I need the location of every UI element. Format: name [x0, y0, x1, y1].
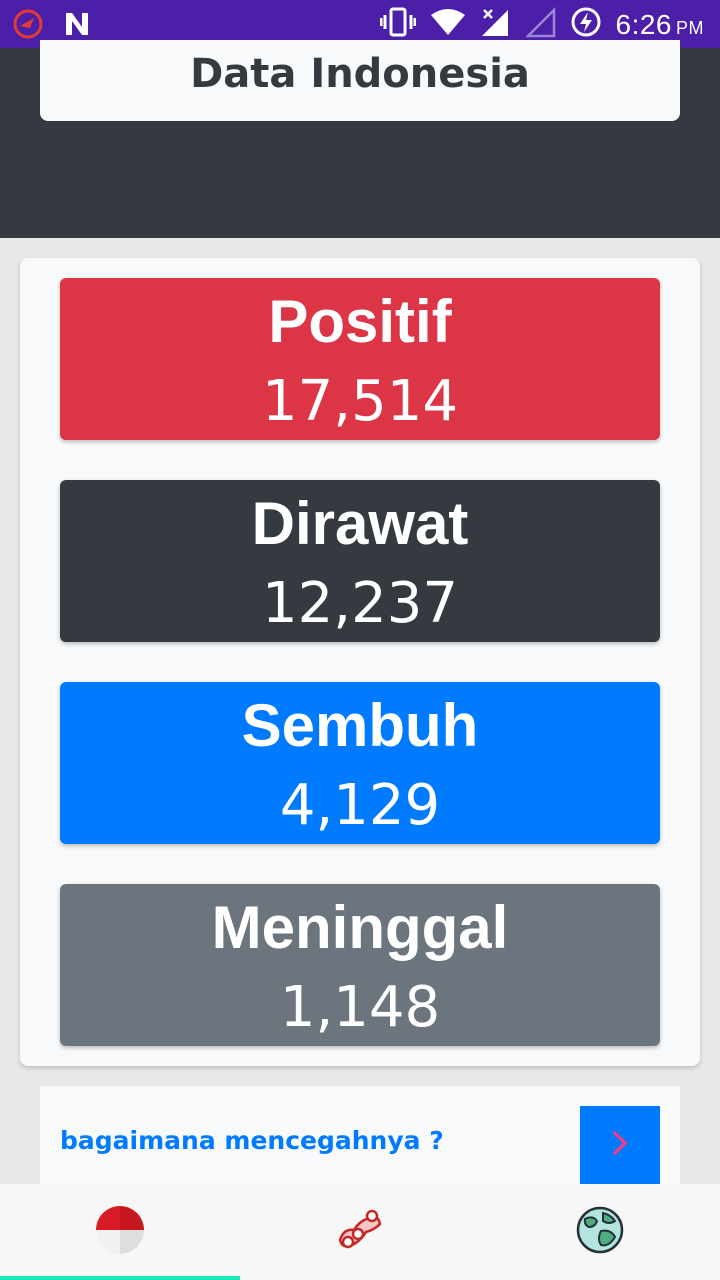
vibrate-icon — [379, 7, 416, 42]
status-time: 6:26 PM — [615, 8, 704, 40]
nav-active-indicator — [0, 1276, 240, 1280]
stat-value: 1,148 — [279, 975, 441, 1040]
stat-label: Positif — [268, 288, 452, 355]
title-card: Data Indonesia — [40, 40, 680, 121]
wifi-icon — [430, 7, 466, 42]
page-title: Data Indonesia — [190, 51, 530, 97]
bottom-navigation — [0, 1184, 720, 1280]
stat-label: Meninggal — [211, 894, 509, 961]
signal-icon — [480, 6, 512, 43]
header-background: Data Indonesia — [0, 40, 720, 238]
stat-value: 12,237 — [262, 571, 458, 636]
nav-tab-global[interactable] — [480, 1184, 720, 1280]
provinces-map-icon — [334, 1204, 386, 1261]
stat-value: 4,129 — [279, 773, 441, 838]
globe-icon — [575, 1205, 625, 1260]
stat-meninggal: Meninggal 1,148 — [60, 884, 660, 1046]
stats-card: Positif 17,514 Dirawat 12,237 Sembuh 4,1… — [20, 258, 700, 1066]
stat-value: 17,514 — [262, 369, 458, 434]
prevention-link[interactable]: bagaimana mencegahnya ? — [60, 1126, 444, 1155]
indonesia-flag-icon — [95, 1205, 145, 1260]
stat-label: Dirawat — [251, 490, 469, 557]
prevention-card[interactable]: bagaimana mencegahnya ? — [40, 1086, 680, 1184]
nav-tab-indonesia[interactable] — [0, 1184, 240, 1280]
prevention-next-button[interactable] — [580, 1106, 660, 1184]
stat-sembuh: Sembuh 4,129 — [60, 682, 660, 844]
stat-positif: Positif 17,514 — [60, 278, 660, 440]
battery-charging-icon — [570, 6, 602, 43]
nav-tab-provinces[interactable] — [240, 1184, 480, 1280]
signal-empty-icon — [524, 6, 556, 43]
n-icon — [62, 9, 92, 44]
chevron-right-icon — [609, 1128, 631, 1163]
stat-dirawat: Dirawat 12,237 — [60, 480, 660, 642]
stat-label: Sembuh — [241, 692, 479, 759]
